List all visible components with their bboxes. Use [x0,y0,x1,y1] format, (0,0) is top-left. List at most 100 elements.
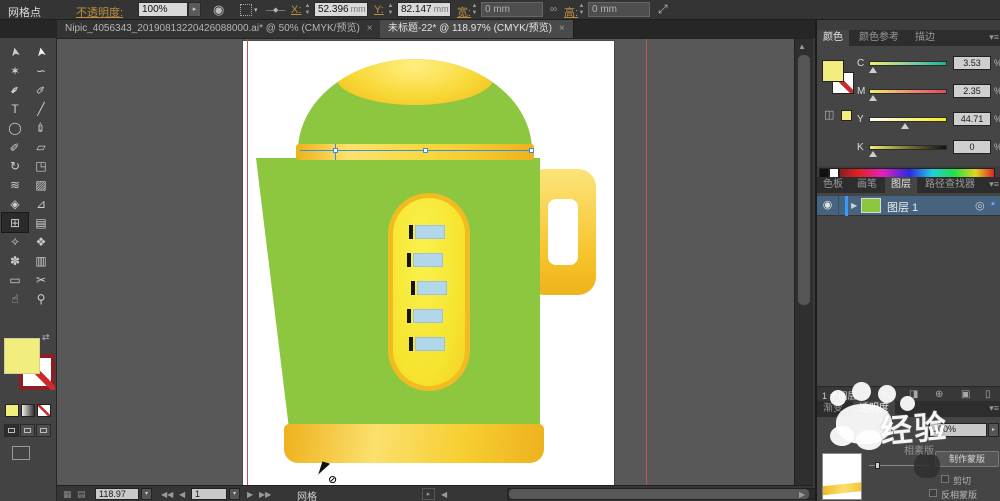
yellow-slider[interactable] [869,117,947,122]
panel-menu-icon[interactable]: ▾≡ [989,403,999,414]
fill-proxy-swatch[interactable] [822,60,844,82]
width-stepper[interactable]: ▲ ▼ [470,3,479,17]
document-tab-2-close-icon[interactable]: × [559,23,565,34]
link-dimensions-icon[interactable]: ∞ [550,4,557,15]
height-field[interactable]: 0 mm [588,2,650,17]
artboard-dropdown[interactable]: ▾ [229,488,240,500]
line-segment-tool[interactable]: ╱ [28,99,54,118]
artboard-prev-button[interactable]: ◀ [179,490,185,499]
locate-object-icon[interactable]: ⌕ [883,389,889,400]
tab-transparency[interactable]: 透明度 [853,401,895,417]
opacity-field[interactable]: 100% [138,2,188,17]
anchor-point[interactable] [423,148,428,153]
magenta-value[interactable]: 2.35 [953,84,991,98]
kettle-lid-cap[interactable] [336,59,494,105]
status-expand-button[interactable]: ▸ [422,488,435,500]
gauge-window[interactable] [413,309,443,323]
select-similar-icon[interactable] [240,4,252,16]
rotate-tool[interactable]: ↻ [2,156,28,175]
gradient-mode-button[interactable] [21,404,35,417]
document-tab-1[interactable]: Nipic_4056343_20190813220426088000.ai* @… [57,20,382,38]
gradient-tool[interactable]: ▤ [28,213,54,232]
lasso-tool[interactable]: ∽ [28,61,54,80]
document-tab-2[interactable]: 未标题-22* @ 118.97% (CMYK/预览) × [380,20,574,38]
y-field[interactable]: 82.147 mm [397,2,451,17]
out-of-gamut-cube-icon[interactable]: ◫ [824,108,834,121]
transparency-object-thumbnail[interactable] [822,453,862,500]
perspective-grid-tool[interactable]: ⊿ [28,194,54,213]
mesh-tool[interactable]: ⊞ [1,212,29,233]
zoom-level-field[interactable]: 118.97 [95,488,139,500]
transparency-opacity-field[interactable]: 100% [929,423,987,437]
opacity-dropdown[interactable]: ▸ [188,2,201,17]
y-label[interactable]: Y: [374,4,384,16]
layer-visibility-toggle[interactable]: ◉ [817,196,839,216]
select-similar-arrow[interactable]: ▾ [254,6,258,14]
artboard-last-button[interactable]: ▶▶ [259,490,271,499]
delete-layer-icon[interactable]: ▯ [985,389,991,400]
x-label[interactable]: X: [291,4,301,16]
cyan-value[interactable]: 3.53 [953,56,991,70]
black-value[interactable]: 0 [953,140,991,154]
width-tool[interactable]: ≋ [2,175,28,194]
cyan-slider[interactable] [869,61,947,66]
y-stepper[interactable]: ▲ ▼ [386,3,395,17]
free-transform-tool[interactable]: ▨ [28,175,54,194]
tab-layers[interactable]: 图层 [885,177,917,193]
guide-line-left[interactable] [247,39,248,485]
slice-tool[interactable]: ✂ [28,270,54,289]
artboard-first-button[interactable]: ◀◀ [161,490,173,499]
color-mode-button[interactable] [5,404,19,417]
tab-brushes[interactable]: 画笔 [851,177,883,193]
kettle-collar-band[interactable] [296,144,534,160]
free-transform-icon[interactable]: ⤢ [658,2,668,17]
selection-tool[interactable]: ➤ [2,42,28,61]
none-mode-button[interactable] [37,404,51,417]
black-slider[interactable] [869,145,947,150]
symbol-sprayer-tool[interactable]: ✽ [2,251,28,270]
zoom-tool[interactable]: ⚲ [28,289,54,308]
draw-inside-button[interactable] [36,424,51,437]
transparency-slider-thumb[interactable] [875,462,880,469]
clipping-mask-icon[interactable]: ◨ [909,389,918,400]
pencil-tool[interactable]: ✏ [2,137,28,156]
artboard-next-button[interactable]: ▶ [247,490,253,499]
tab-swatches[interactable]: 色板 [817,177,849,193]
zoom-dropdown[interactable]: ▾ [141,488,152,500]
recolor-artwork-icon[interactable]: ◉ [213,2,224,18]
magenta-slider-thumb[interactable] [869,95,877,101]
layer-name[interactable]: 图层 1 [887,199,918,215]
gauge-window[interactable] [415,337,445,351]
artboard-tool[interactable]: ▭ [2,270,28,289]
fill-color-swatch[interactable] [4,338,40,374]
width-field[interactable]: 0 mm [481,2,543,17]
curvature-tool[interactable]: ✑ [28,80,54,99]
width-label[interactable]: 宽: [457,4,471,20]
tab-color[interactable]: 颜色 [817,30,849,46]
scroll-up-icon[interactable]: ▲ [798,42,806,51]
status-mini-icon-1[interactable]: ▦ [63,489,72,500]
eyedropper-tool[interactable]: ✧ [2,232,28,251]
x-field[interactable]: 52.396 mm [314,2,368,17]
paintbrush-tool[interactable]: ✐ [28,118,54,137]
type-tool[interactable]: T [2,99,28,118]
height-label[interactable]: 高: [564,4,578,20]
yellow-value[interactable]: 44.71 [953,112,991,126]
panel-menu-icon[interactable]: ▾≡ [989,32,999,43]
magenta-slider[interactable] [869,89,947,94]
gauge-window[interactable] [417,281,447,295]
magic-wand-tool[interactable]: ✶ [2,61,28,80]
invert-mask-checkbox[interactable] [929,489,937,497]
tab-stroke[interactable]: 描边 [909,30,941,46]
cyan-slider-thumb[interactable] [869,67,877,73]
eraser-tool[interactable]: ▱ [28,137,54,156]
tab-pathfinder[interactable]: 路径查找器 [919,177,981,193]
direct-selection-tool[interactable]: ➤ [28,42,54,61]
opacity-label[interactable]: 不透明度: [76,4,123,20]
hand-tool[interactable]: ☝ [2,289,28,308]
transparency-opacity-dropdown[interactable]: ▸ [988,423,999,437]
layer-selected-icon[interactable]: ▪ [991,198,995,210]
horizontal-scrollbar-thumb[interactable] [509,489,809,499]
make-mask-button[interactable]: 制作蒙版 [935,451,999,467]
kettle-base[interactable] [284,424,544,463]
